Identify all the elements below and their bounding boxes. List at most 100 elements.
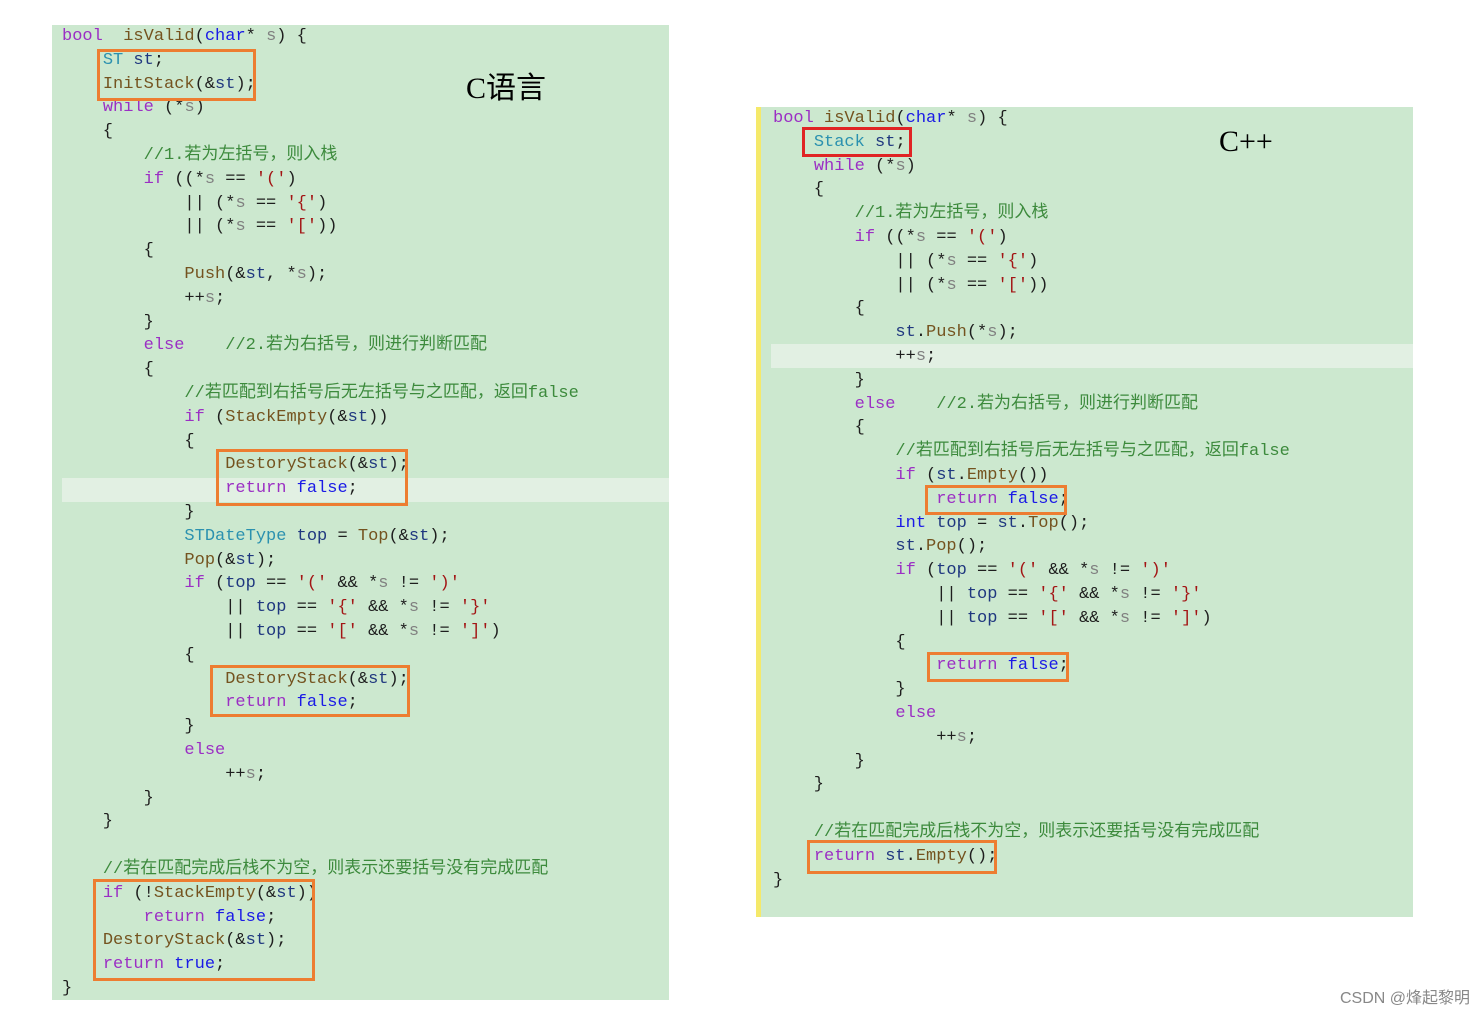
code-token: isValid [123,27,195,46]
code-token: else [854,394,896,414]
code-token: bool [62,27,103,46]
code-line: else //2.若为右括号，则进行判断匹配 [773,393,1198,417]
code-line: //若匹配到右括号后无左括号与之匹配，返回false [62,382,578,406]
code-line: } [773,369,865,393]
code-token: )) [317,217,338,237]
code-token: ; [255,764,267,784]
code-token: Top [1028,513,1059,533]
code-token: ( [194,27,205,46]
code-token: . [956,466,967,485]
code-token: s [1119,585,1131,604]
code-token: top [255,598,287,618]
code-token: && * [327,574,379,594]
code-token: while [813,156,865,176]
code-token: '[' [286,217,318,237]
code-token: ); [306,265,328,284]
code-line: || (*s == '[')) [773,274,1048,298]
code-token: ']' [1170,608,1202,628]
code-token: == [286,598,328,618]
code-token: { [773,418,865,438]
code-line: || top == '[' && *s != ']') [62,620,501,644]
code-token: '}' [459,598,491,618]
code-token: { [62,645,195,665]
code-token: s [245,764,256,784]
code-token: != [1130,585,1171,604]
code-token: '(' [1007,561,1039,581]
code-token: || (* [62,217,236,237]
code-token: s [987,323,998,343]
code-line: ++s; [62,287,225,311]
code-token: ; [926,347,937,366]
code-line: //1.若为左括号，则入栈 [62,144,338,168]
code-token: '(' [255,169,287,189]
code-token: . [915,537,927,557]
code-line: { [62,120,113,144]
code-token: == [286,622,328,641]
code-token: ++ [62,288,205,308]
code-token: == [997,608,1039,628]
code-token: ; [966,727,978,747]
code-token: ) { [977,109,1008,128]
code-token: ) [286,169,297,189]
code-token: ()) [1017,466,1049,485]
code-line: else [773,702,936,726]
code-line: || (*s == '{') [773,250,1038,274]
code-token: { [62,241,154,261]
code-token: == [245,193,287,213]
code-token: != [419,622,460,641]
code-token: top [936,561,967,581]
code-token: != [388,574,430,594]
code-token: s [956,727,967,747]
code-line: } [62,311,154,335]
code-token: else [895,704,937,723]
code-token: { [62,360,154,380]
code-line: ++s; [773,345,936,369]
code-line: } [62,977,72,1001]
code-line: } [62,787,154,811]
code-token: || (* [62,193,236,213]
code-line: { [62,644,195,668]
highlight-box-destroy-1 [216,449,408,506]
code-token: (& [215,550,236,570]
code-token: (* [153,98,185,118]
code-token: = [966,513,998,533]
code-token: if [895,561,916,581]
code-token: if [854,228,876,247]
code-line: { [62,430,194,454]
code-token: s [895,156,906,176]
code-token: ++ [773,727,957,747]
code-token: )) [368,407,389,427]
code-line: else [62,739,225,763]
code-token: s [204,169,216,189]
highlight-box-destroy-2 [210,665,410,717]
code-token: //若在匹配完成后栈不为空，则表示还要括号没有完成匹配 [102,860,549,879]
code-line: Pop(&st); [62,549,276,573]
code-token: ) [997,228,1008,247]
code-line: Push(&st, *s); [62,263,327,287]
code-token: st [235,550,256,570]
code-token: ) [905,156,916,176]
code-line: } [773,750,865,774]
code-token: == [956,275,998,295]
c-code-panel: C语言 bool isValid(char* s) { ST st; InitS… [52,25,669,1000]
code-token: && * [357,622,409,641]
code-token: } [62,788,154,808]
code-token: && * [1068,585,1120,604]
code-token: ']' [459,622,491,641]
code-token: '[' [1038,608,1069,628]
code-token: if [184,574,205,594]
code-token: } [773,680,906,700]
